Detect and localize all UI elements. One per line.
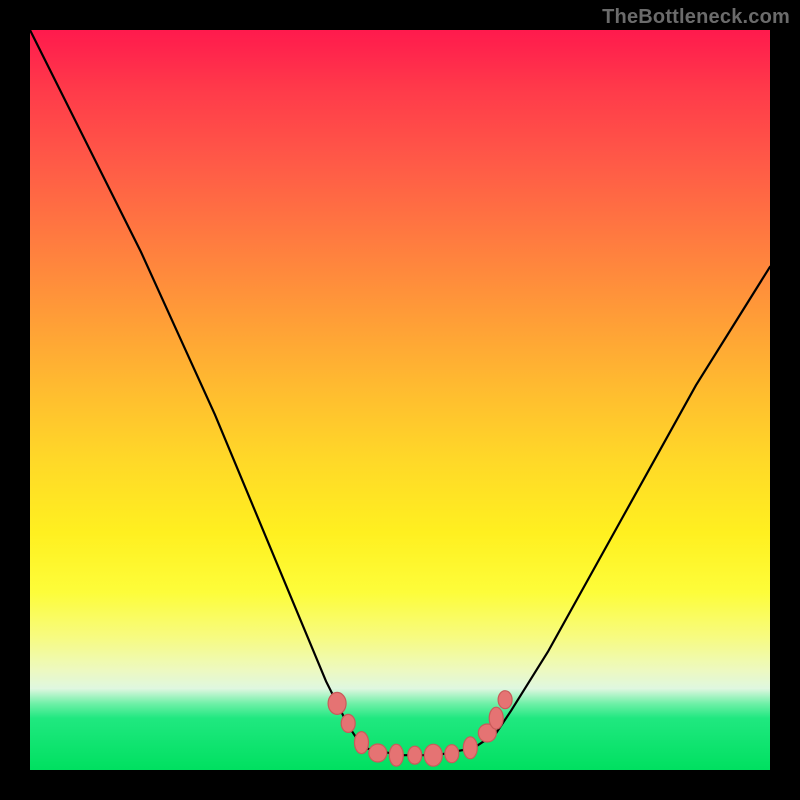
chart-frame: TheBottleneck.com — [0, 0, 800, 800]
highlight-marker — [369, 744, 387, 762]
highlight-marker — [328, 692, 346, 714]
highlight-marker — [489, 707, 503, 729]
highlight-marker — [498, 691, 512, 709]
bottleneck-curve — [30, 30, 770, 755]
highlight-marker — [408, 746, 422, 764]
marker-group — [328, 691, 512, 767]
highlight-marker — [389, 744, 403, 766]
plot-area — [30, 30, 770, 770]
highlight-marker — [424, 744, 442, 766]
highlight-marker — [341, 714, 355, 732]
highlight-marker — [355, 732, 369, 754]
highlight-marker — [463, 737, 477, 759]
curve-svg — [30, 30, 770, 770]
highlight-marker — [445, 745, 459, 763]
watermark-text: TheBottleneck.com — [602, 6, 790, 29]
